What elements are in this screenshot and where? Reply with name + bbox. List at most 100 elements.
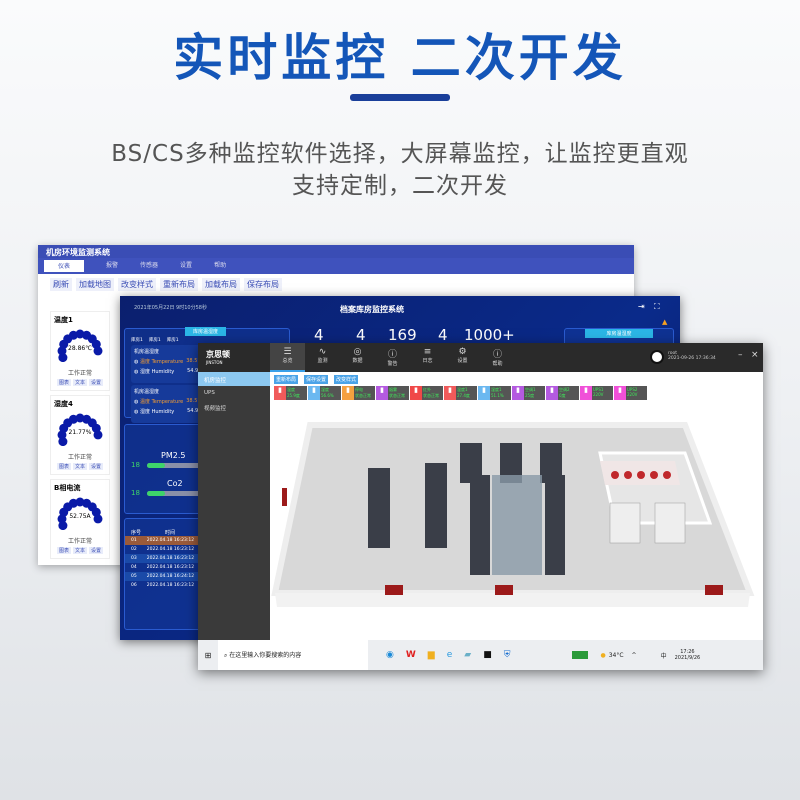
sensor-tile[interactable]: ▮ 湿度1 51.1% [478, 386, 511, 400]
cell-time: 2022.04.18 16:23:12 [146, 547, 195, 552]
tab-warning[interactable]: ⓘ 警告 [375, 343, 410, 372]
save-layout-button[interactable]: 保存布局 [244, 278, 282, 291]
nav-sensor[interactable]: 传感器 [140, 260, 158, 272]
cell-index: 05 [131, 574, 137, 579]
weather-icon: ● [600, 651, 606, 659]
sidebar-item-video[interactable]: 视频监控 [198, 400, 270, 414]
tab-data[interactable]: ◎ 数据 [340, 343, 375, 372]
battery-icon[interactable] [572, 651, 589, 659]
gauge-button[interactable]: 图表 [56, 463, 71, 470]
tile-value: 状态正常 [423, 393, 439, 398]
tab-help[interactable]: ⓘ 帮助 [480, 343, 515, 372]
refresh-button[interactable]: 刷新 [50, 278, 72, 291]
close-button[interactable]: × [751, 350, 759, 360]
hum-label: 湿度 [139, 369, 150, 375]
folder-icon[interactable]: ▆ [428, 650, 435, 660]
sensor-tile[interactable]: ▮ 停电 状态正常 [342, 386, 375, 400]
taskbar-search[interactable]: ⌕ 在这里输入你要搜索的内容 [218, 640, 368, 670]
browser-icon[interactable]: e [447, 650, 453, 660]
shield-app-icon[interactable]: ⛨ [504, 650, 511, 660]
cell-time: 2022.04.18 16:23:12 [146, 583, 195, 588]
co2-value: 18 [131, 489, 140, 497]
change-style-button[interactable]: 改变样式 [334, 375, 359, 384]
gauge-dial: 52.75A [56, 496, 104, 536]
right-panel-tag: 库房温湿度 [585, 329, 653, 338]
window-title: 机房环境监测系统 [38, 245, 634, 258]
relayout-button[interactable]: 重新布局 [160, 278, 198, 291]
brand-en: JINSTON [206, 360, 223, 365]
alarm-bell-icon[interactable]: ▲ [662, 318, 667, 326]
tab-settings[interactable]: ⚙ 设置 [445, 343, 480, 372]
logout-icon[interactable]: ⇥ [638, 302, 645, 311]
change-style-button[interactable]: 改变样式 [118, 278, 156, 291]
nav-settings[interactable]: 设置 [180, 260, 192, 272]
fullscreen-icon[interactable]: ⛶ [654, 302, 660, 312]
gauge-button[interactable]: 文本 [72, 379, 87, 386]
weather-temp[interactable]: 34°C [609, 652, 624, 659]
app-icon[interactable]: ◉ [386, 650, 394, 660]
sensor-tile[interactable]: ▮ 温度1 27.4度 [444, 386, 477, 400]
cell-index: 03 [131, 556, 137, 561]
save-settings-button[interactable]: 保存设置 [304, 375, 329, 384]
nav-help[interactable]: 帮助 [214, 260, 226, 272]
user-avatar[interactable] [650, 350, 664, 364]
tab-log[interactable]: ≡ 日志 [410, 343, 445, 372]
sensor-tile[interactable]: ▮ 湿度 56.6% [308, 386, 341, 400]
cell-time: 2022.04.18 16:24:12 [146, 574, 195, 579]
nav-alarm[interactable]: 报警 [106, 260, 118, 272]
load-layout-button[interactable]: 加载布局 [202, 278, 240, 291]
stat-4: 4 [438, 326, 448, 344]
card-title: 机房温湿度 [134, 389, 160, 395]
gauge-button[interactable]: 设置 [89, 547, 104, 554]
title-underline [350, 94, 450, 101]
gauge-button[interactable]: 设置 [89, 463, 104, 470]
gauge-button[interactable]: 文本 [72, 547, 87, 554]
room-3d-view[interactable] [270, 403, 763, 640]
app2-icon[interactable]: ▰ [464, 650, 471, 660]
sensor-tile[interactable]: ▮ 红外 状态正常 [410, 386, 443, 400]
sensor-icon: ▮ [410, 386, 422, 400]
nav-dashboard[interactable]: 仪表 [44, 260, 85, 272]
tab-overview[interactable]: ☰ 总览 [270, 343, 305, 372]
gauge-button[interactable]: 设置 [89, 379, 104, 386]
sensor-tile[interactable]: ▮ 空调2 0度 [546, 386, 579, 400]
gauge-status: 工作正常 [67, 454, 92, 461]
legend-item[interactable]: 库房1 [167, 337, 179, 343]
ime-indicator[interactable]: 中 [661, 651, 667, 660]
sensor-icon: ▮ [376, 386, 388, 400]
sensor-icon: ▮ [342, 386, 354, 400]
sensor-icon: ▮ [308, 386, 320, 400]
wps-icon[interactable]: W [406, 650, 416, 660]
legend-item[interactable]: 库房1 [149, 337, 161, 343]
tray-chevron-icon[interactable]: ^ [632, 652, 637, 659]
clock[interactable]: 17:26 2021/9/26 [675, 649, 701, 661]
header-index: 序号 [131, 530, 142, 536]
gauge-button[interactable]: 文本 [72, 463, 87, 470]
app-header: 京思顿 JINSTON ☰ 总览 ∿ 监测 ◎ 数据 ⓘ 警告 ≡ 日志 ⚙ 设置 ⓘ 帮助 root 202… [198, 343, 763, 372]
load-map-button[interactable]: 加载地图 [76, 278, 114, 291]
help-icon: ⓘ [492, 350, 502, 360]
cell-time: 2022.04.18 16:23:12 [146, 565, 195, 570]
sensor-tile[interactable]: ▮ 烟雾 状态正常 [376, 386, 409, 400]
relayout-button[interactable]: 重新布局 [274, 375, 299, 384]
sidebar-item-ups[interactable]: UPS [198, 386, 270, 400]
temp-label: 温度 [139, 399, 150, 405]
minimize-button[interactable]: – [738, 350, 743, 360]
terminal-icon[interactable]: ■ [483, 650, 492, 660]
sensor-tile[interactable]: ▮ 空调1 25度 [512, 386, 545, 400]
co2-label: Co2 [167, 479, 183, 488]
sensor-tile[interactable]: ▮ UPS2 220V [614, 386, 647, 400]
panel-tag: 库房温湿度 [185, 327, 227, 336]
tab-monitor[interactable]: ∿ 监测 [305, 343, 340, 372]
sensor-tile[interactable]: ▮ UPS1 220V [580, 386, 613, 400]
stat-1: 4 [314, 326, 324, 344]
tile-value: 状态正常 [355, 393, 371, 398]
gauge-dial: 28.86℃ [56, 328, 104, 368]
gauge-button[interactable]: 图表 [56, 547, 71, 554]
gauge-button[interactable]: 图表 [56, 379, 71, 386]
sidebar-item-room[interactable]: 机房监控 [198, 372, 270, 386]
log-icon: ≡ [423, 347, 432, 357]
sensor-tile[interactable]: ▮ 温度 25.9度 [274, 386, 307, 400]
start-icon[interactable]: ⊞ [198, 651, 218, 660]
legend-item[interactable]: 库房1 [131, 337, 143, 343]
